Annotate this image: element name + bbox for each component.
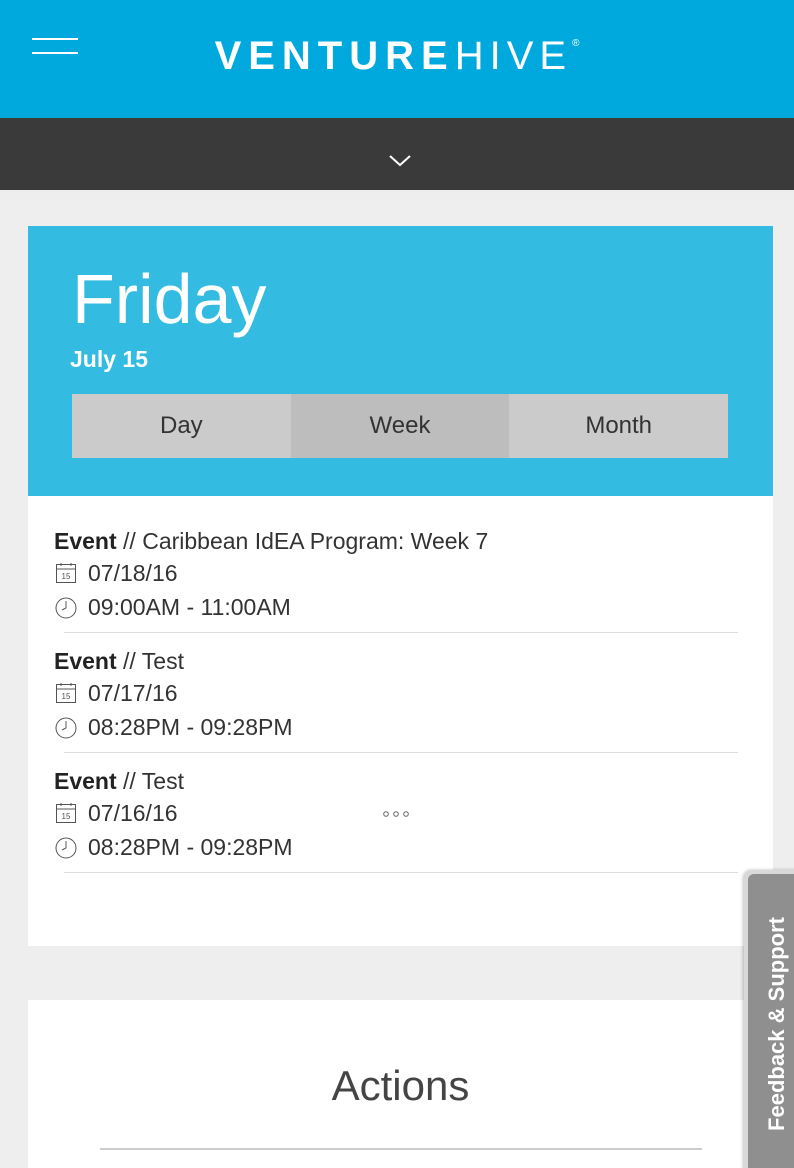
calendar-header: Friday July 15 Day Week Month [28, 226, 773, 496]
event-date: 07/18/16 [88, 559, 178, 586]
event-separator: // [116, 768, 142, 794]
logo-word-venture: VENTURE [214, 34, 455, 78]
logo-word-hive: HIVE [454, 34, 573, 78]
chevron-down-icon[interactable] [388, 152, 412, 168]
venturehive-logo[interactable]: VENTUREHIVE® [0, 34, 794, 79]
event-date-row: 15 07/18/16 [54, 556, 744, 590]
day-title: Friday [72, 260, 267, 338]
event-date: 07/16/16 [88, 799, 178, 826]
day-view-button[interactable]: Day [72, 394, 291, 458]
event-time-row: 09:00AM - 11:00AM [54, 590, 744, 624]
event-date: 07/17/16 [88, 679, 178, 706]
week-view-button[interactable]: Week [290, 394, 510, 458]
event-title: Event // Test [54, 766, 744, 796]
event-time-row: 08:28PM - 09:28PM [54, 830, 744, 864]
feedback-support-tab[interactable]: Feedback & Support [744, 870, 794, 1168]
calendar-icon-day: 15 [62, 572, 71, 581]
actions-divider [100, 1148, 702, 1150]
event-title: Event // Test [54, 646, 744, 676]
calendar-icon: 15 [56, 563, 76, 583]
date-subtitle: July 15 [70, 346, 148, 372]
feedback-tab-body: Feedback & Support [748, 874, 794, 1168]
calendar-icon-day: 15 [62, 812, 71, 821]
registered-mark: ® [572, 38, 580, 49]
event-time: 08:28PM - 09:28PM [88, 713, 293, 740]
event-type: Event [54, 648, 117, 674]
clock-icon [55, 717, 77, 739]
event-name: Test [141, 648, 184, 674]
calendar-icon: 15 [56, 803, 76, 823]
event-date-row: 15 07/17/16 [54, 676, 744, 710]
event-type: Event [54, 528, 117, 554]
event-time: 08:28PM - 09:28PM [88, 833, 293, 860]
events-list: Event // Caribbean IdEA Program: Week 7 … [28, 496, 773, 946]
event-title: Event // Caribbean IdEA Program: Week 7 [54, 526, 744, 556]
divider [64, 752, 738, 753]
event-type: Event [54, 768, 117, 794]
loading-dots-icon [383, 811, 409, 817]
month-view-button[interactable]: Month [509, 394, 729, 458]
list-item[interactable]: Event // Caribbean IdEA Program: Week 7 … [54, 526, 744, 624]
clock-icon [55, 597, 77, 619]
feedback-support-label: Feedback & Support [764, 917, 789, 1131]
actions-title: Actions [331, 1062, 470, 1109]
calendar-icon: 15 [56, 683, 76, 703]
view-switcher: Day Week Month [72, 394, 729, 458]
divider [64, 872, 738, 873]
event-time: 09:00AM - 11:00AM [88, 593, 291, 620]
divider [64, 632, 738, 633]
calendar-icon-day: 15 [62, 692, 71, 701]
event-separator: // [116, 528, 143, 554]
event-name: Caribbean IdEA Program: Week 7 [142, 528, 489, 554]
event-separator: // [116, 648, 142, 674]
list-item[interactable]: Event // Test 15 07/17/16 08:28PM - 09:2… [54, 646, 744, 744]
top-header: VENTUREHIVE® [0, 0, 794, 118]
actions-section: Actions [28, 1000, 773, 1168]
event-time-row: 08:28PM - 09:28PM [54, 710, 744, 744]
clock-icon [55, 837, 77, 859]
event-name: Test [141, 768, 184, 794]
